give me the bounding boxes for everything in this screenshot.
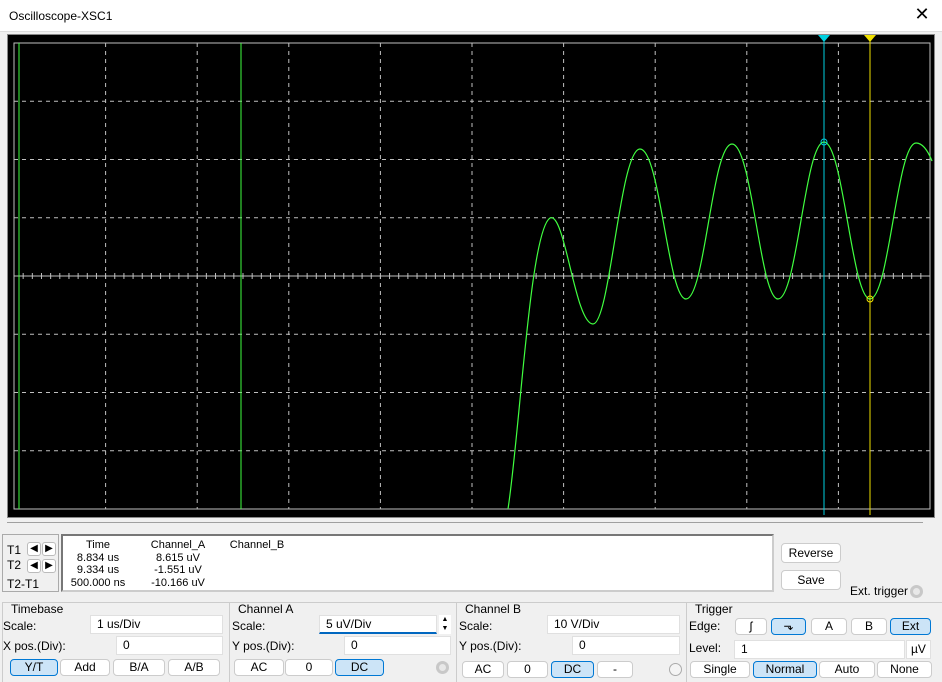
cursor-panel: T1 ◀ ▶ T2 ◀ ▶ T2-T1 <box>2 534 59 592</box>
level-label: Level: <box>689 641 722 655</box>
timebase-group: Timebase Scale: 1 us/Div X pos.(Div): 0 … <box>2 602 229 682</box>
trigger-title: Trigger <box>695 602 733 616</box>
channel-b-invert-button[interactable]: - <box>597 661 633 678</box>
reverse-button[interactable]: Reverse <box>781 543 841 563</box>
trigger-level-unit[interactable]: µV <box>906 640 931 659</box>
t2-channel-a: -1.551 uV <box>154 564 202 576</box>
channel-a-zero-button[interactable]: 0 <box>285 659 333 676</box>
falling-edge-icon[interactable]: ⬎ <box>771 618 806 635</box>
trigger-single-button[interactable]: Single <box>690 661 750 678</box>
mode-ab-button[interactable]: A/B <box>168 659 220 676</box>
mode-add-button[interactable]: Add <box>60 659 110 676</box>
channel-b-title: Channel B <box>465 602 522 616</box>
measurement-readout: Time 8.834 us 9.334 us 500.000 ns Channe… <box>61 534 774 592</box>
scope-display <box>13 35 933 515</box>
channel-b-dc-button[interactable]: DC <box>551 661 594 678</box>
t1-left-arrow-icon[interactable]: ◀ <box>27 542 41 556</box>
oscilloscope-screen <box>7 34 935 518</box>
delta-time: 500.000 ns <box>70 576 126 589</box>
channel-b-ypos-label: Y pos.(Div): <box>459 639 522 653</box>
trigger-group: Trigger Edge: ʃ ⬎ A B Ext Level: 1 µV Si… <box>686 602 942 682</box>
close-icon[interactable]: ✕ <box>910 4 934 25</box>
mode-ba-button[interactable]: B/A <box>113 659 165 676</box>
channel-a-ypos-label: Y pos.(Div): <box>232 639 295 653</box>
channel-b-ac-button[interactable]: AC <box>462 661 504 678</box>
trigger-source-b-button[interactable]: B <box>851 618 887 635</box>
channel-a-indicator <box>436 661 449 674</box>
timebase-scale-input[interactable]: 1 us/Div <box>90 615 223 634</box>
trigger-source-a-button[interactable]: A <box>811 618 847 635</box>
t1-right-arrow-icon[interactable]: ▶ <box>42 542 56 556</box>
trigger-source-ext-button[interactable]: Ext <box>890 618 931 635</box>
timebase-scale-label: Scale: <box>3 619 37 633</box>
rising-edge-icon[interactable]: ʃ <box>735 618 767 635</box>
edge-label: Edge: <box>689 619 721 633</box>
trigger-none-button[interactable]: None <box>877 661 932 678</box>
channel-a-ypos-input[interactable]: 0 <box>344 636 451 655</box>
header-channel-a: Channel_A <box>150 539 206 551</box>
channel-a-scale-label: Scale: <box>232 619 266 633</box>
t1-channel-a: 8.615 uV <box>155 551 201 564</box>
grid <box>13 42 931 510</box>
channel-b-indicator <box>669 663 682 676</box>
t2-t1-label: T2-T1 <box>7 577 40 591</box>
channel-a-ac-button[interactable]: AC <box>234 659 284 676</box>
t2-left-arrow-icon[interactable]: ◀ <box>27 559 41 573</box>
cursor-t2-handle <box>864 35 876 42</box>
save-button[interactable]: Save <box>781 570 841 590</box>
channel-a-trace <box>507 141 933 510</box>
trigger-level-input[interactable]: 1 <box>734 640 905 659</box>
header-time: Time <box>85 539 111 551</box>
channel-a-group: Channel A Scale: 5 uV/Div ▲ ▼ Y pos.(Div)… <box>229 602 456 682</box>
trigger-normal-button[interactable]: Normal <box>753 661 817 678</box>
t2-right-arrow-icon[interactable]: ▶ <box>42 559 56 573</box>
channel-b-scale-label: Scale: <box>459 619 493 633</box>
scale-spinner-icon[interactable]: ▲ ▼ <box>439 615 451 634</box>
xpos-label: X pos.(Div): <box>3 639 66 653</box>
t1-time: 8.834 us <box>76 551 120 564</box>
t2-label: T2 <box>7 558 22 572</box>
channel-a-scale-input[interactable]: 5 uV/Div <box>319 615 437 634</box>
channel-a-title: Channel A <box>238 602 294 616</box>
delta-channel-a: -10.166 uV <box>151 576 205 589</box>
divider <box>7 522 923 523</box>
trigger-auto-button[interactable]: Auto <box>819 661 875 678</box>
header-channel-b: Channel_B <box>229 539 285 551</box>
channel-b-zero-button[interactable]: 0 <box>507 661 548 678</box>
channel-a-dc-button[interactable]: DC <box>335 659 384 676</box>
cursor-t1-handle <box>818 35 830 42</box>
mode-yt-button[interactable]: Y/T <box>10 659 58 676</box>
channel-b-scale-input[interactable]: 10 V/Div <box>547 615 680 634</box>
channel-b-ypos-input[interactable]: 0 <box>572 636 680 655</box>
channel-b-group: Channel B Scale: 10 V/Div Y pos.(Div): 0… <box>456 602 686 682</box>
ext-trigger-label: Ext. trigger <box>850 584 909 598</box>
ext-trigger-indicator[interactable] <box>910 585 923 598</box>
t1-label: T1 <box>7 543 22 557</box>
t2-time: 9.334 us <box>76 564 120 576</box>
title-bar: Oscilloscope-XSC1 ✕ <box>0 0 942 32</box>
timebase-title: Timebase <box>11 602 64 616</box>
window-title: Oscilloscope-XSC1 <box>9 9 113 23</box>
xpos-input[interactable]: 0 <box>116 636 223 655</box>
